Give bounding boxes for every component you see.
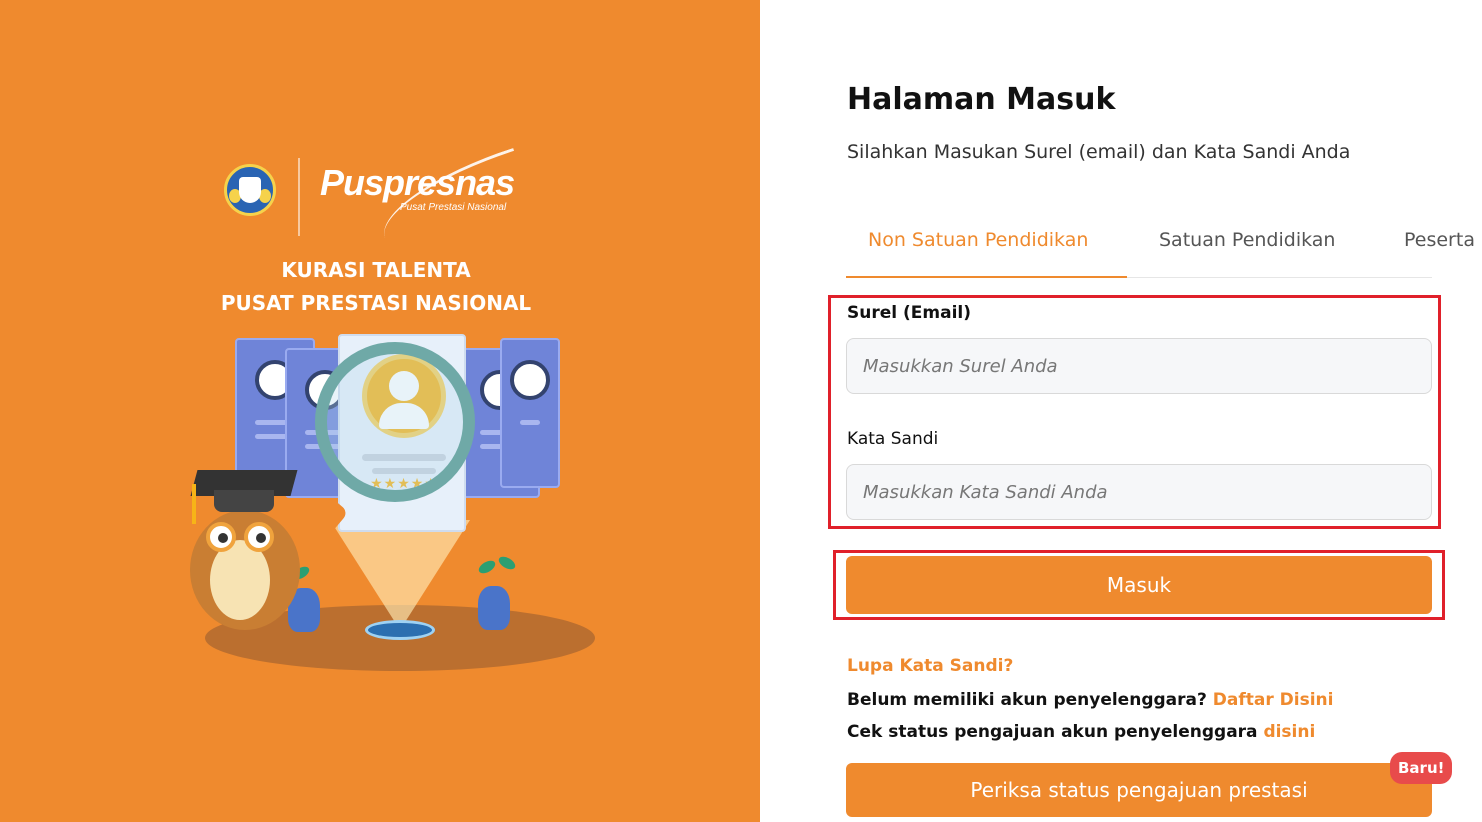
- email-label: Surel (Email): [847, 303, 971, 323]
- logo-text: Puspresnas: [320, 162, 515, 203]
- forgot-password-row: Lupa Kata Sandi?: [847, 656, 1013, 676]
- forgot-password-link[interactable]: Lupa Kata Sandi?: [847, 656, 1013, 676]
- pedestal-illustration: [365, 620, 435, 640]
- account-status-row: Cek status pengajuan akun penyelenggara …: [847, 722, 1315, 742]
- register-prompt: Belum memiliki akun penyelenggara?: [847, 690, 1207, 710]
- plant-leaf-icon: [476, 558, 498, 576]
- logo-row: Puspresnas Pusat Prestasi Nasional: [224, 147, 544, 239]
- logo-subtext: Pusat Prestasi Nasional: [400, 202, 507, 213]
- government-emblem-icon: [224, 164, 276, 216]
- owl-mascot-illustration: [180, 470, 320, 640]
- register-link[interactable]: Daftar Disini: [1213, 690, 1334, 710]
- logo-divider: [298, 158, 300, 236]
- check-achievement-status-button[interactable]: Periksa status pengajuan prestasi: [846, 763, 1432, 817]
- magnifying-glass-illustration: [315, 342, 475, 502]
- email-field[interactable]: [846, 338, 1432, 394]
- profile-card-illustration: [500, 338, 560, 488]
- login-button[interactable]: Masuk: [846, 556, 1432, 614]
- illustration-light-beam: [330, 520, 470, 630]
- password-field[interactable]: [846, 464, 1432, 520]
- register-row: Belum memiliki akun penyelenggara? Dafta…: [847, 690, 1333, 710]
- tagline-line1: KURASI TALENTA: [281, 258, 471, 282]
- account-status-prompt: Cek status pengajuan akun penyelenggara: [847, 722, 1258, 742]
- active-tab-indicator: [846, 276, 1127, 278]
- left-branding-panel: Puspresnas Pusat Prestasi Nasional KURAS…: [0, 0, 760, 822]
- login-type-tabs: Non Satuan Pendidikan Satuan Pendidikan …: [846, 226, 1475, 278]
- tagline-line2: PUSAT PRESTASI NASIONAL: [220, 291, 532, 315]
- account-status-link[interactable]: disini: [1263, 722, 1315, 742]
- password-label: Kata Sandi: [847, 429, 939, 449]
- new-badge: Baru!: [1390, 752, 1453, 784]
- plant-leaf-icon: [496, 554, 518, 572]
- talent-search-illustration: ★★★★★: [160, 330, 600, 680]
- page-subtitle: Silahkan Masukan Surel (email) dan Kata …: [847, 141, 1351, 163]
- login-panel: Halaman Masuk Silahkan Masukan Surel (em…: [760, 0, 1482, 822]
- tab-non-satuan-pendidikan[interactable]: Non Satuan Pendidikan: [868, 226, 1088, 278]
- tab-satuan-pendidikan[interactable]: Satuan Pendidikan: [1159, 226, 1335, 278]
- page-title: Halaman Masuk: [847, 82, 1116, 117]
- plant-vase-illustration: [478, 586, 510, 630]
- tab-peserta[interactable]: Peserta: [1404, 226, 1475, 278]
